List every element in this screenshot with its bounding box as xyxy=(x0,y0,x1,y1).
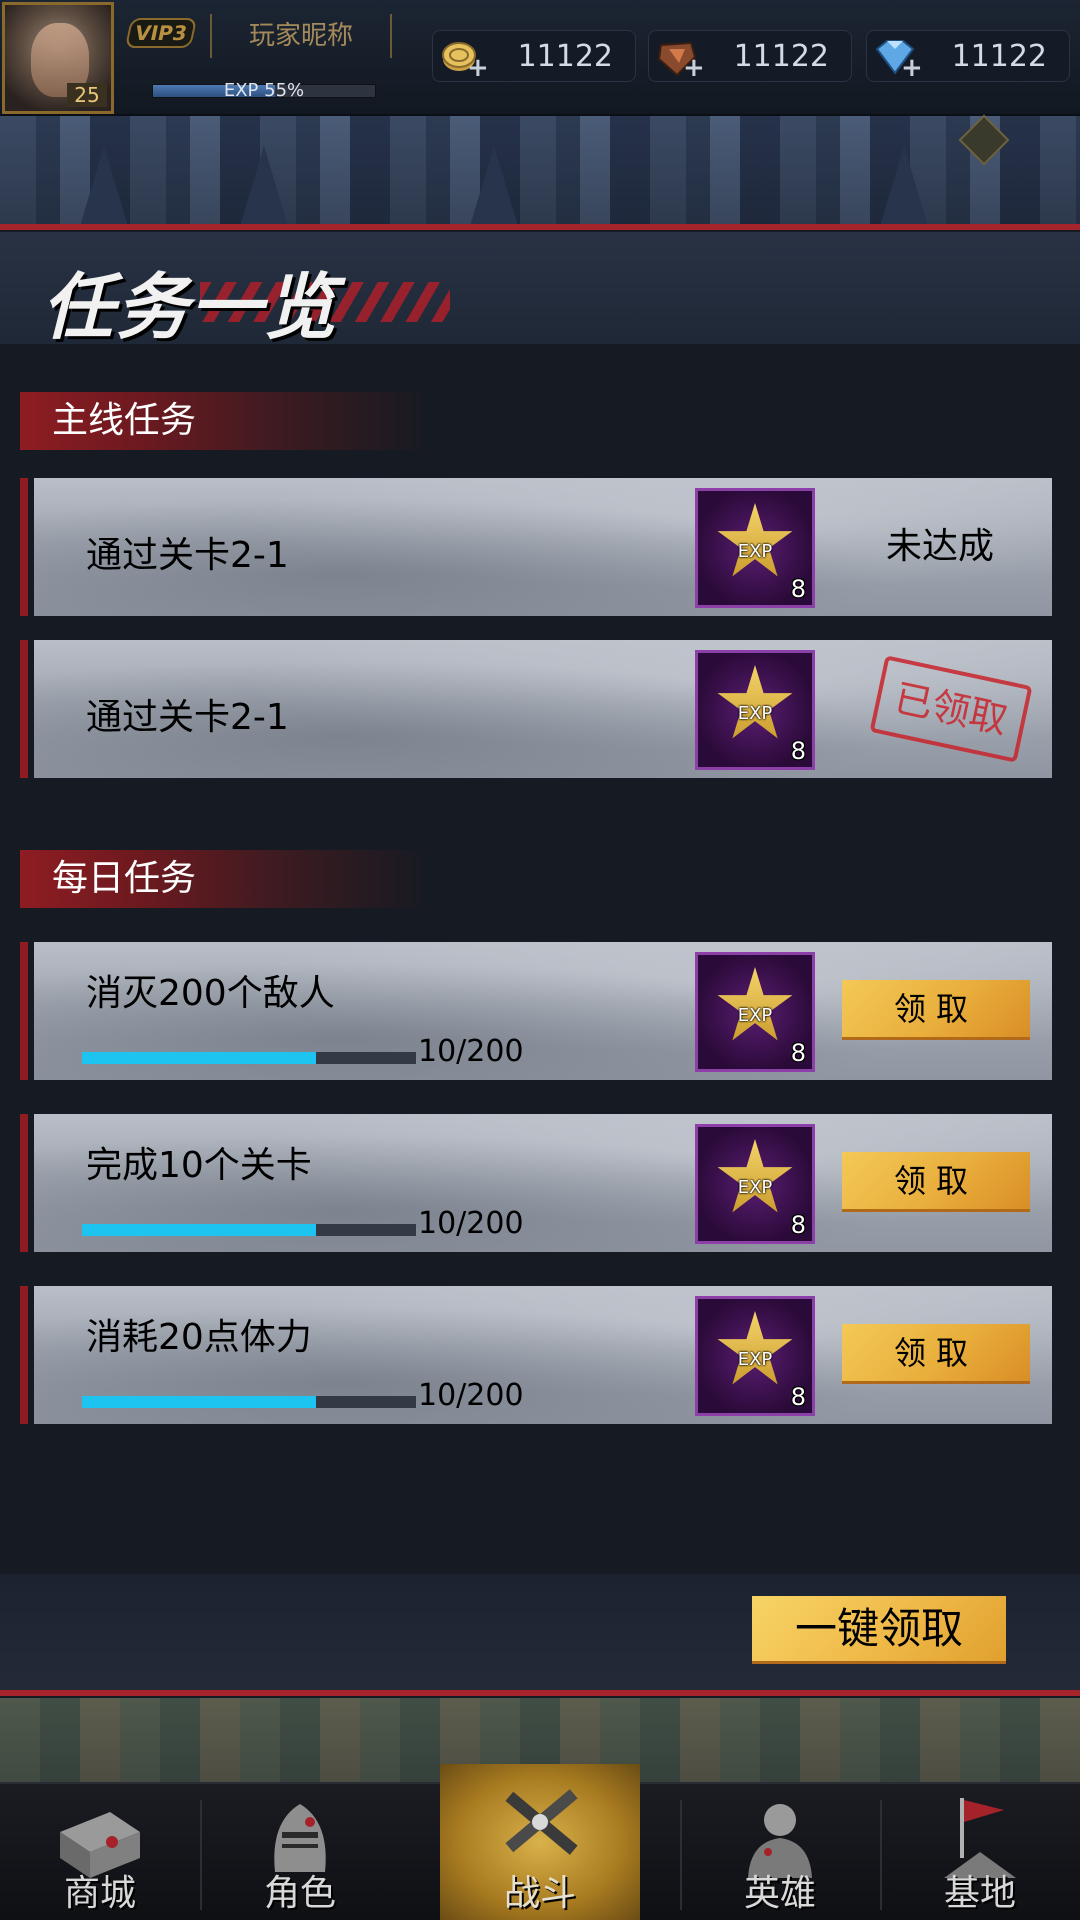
reward-item[interactable]: EXP 8 xyxy=(695,1296,815,1416)
reward-label: EXP xyxy=(737,541,773,562)
castle-spire xyxy=(470,146,518,226)
task-card: 消灭200个敌人 10/200 EXP 8 领取 xyxy=(20,942,1052,1080)
task-progress-text: 10/200 xyxy=(418,1206,524,1241)
reward-label: EXP xyxy=(737,1177,773,1198)
nav-hero[interactable]: 英雄 xyxy=(680,1782,880,1920)
card-accent xyxy=(20,1114,28,1252)
card-accent xyxy=(20,1286,28,1424)
task-card: 通过关卡2-1 EXP 8 已领取 xyxy=(20,640,1052,778)
task-card: 完成10个关卡 10/200 EXP 8 领取 xyxy=(20,1114,1052,1252)
reward-item[interactable]: EXP 8 xyxy=(695,1124,815,1244)
section-title-daily: 每日任务 xyxy=(52,858,197,899)
nav-label: 战斗 xyxy=(503,1873,576,1914)
task-progress-bar xyxy=(82,1396,416,1408)
nav-character[interactable]: 角色 xyxy=(200,1782,400,1920)
task-card: 消耗20点体力 10/200 EXP 8 领取 xyxy=(20,1286,1052,1424)
section-header-daily: 每日任务 xyxy=(20,850,432,908)
crystal-value: 11122 xyxy=(733,39,829,74)
task-progress-fill xyxy=(82,1052,316,1064)
task-name: 消耗20点体力 xyxy=(86,1317,312,1358)
reward-item[interactable]: EXP 8 xyxy=(695,488,815,608)
task-progress-fill xyxy=(82,1224,316,1236)
castle-banner xyxy=(0,116,1080,226)
card-accent xyxy=(20,640,28,778)
castle-spire xyxy=(80,146,128,226)
section-header-main: 主线任务 xyxy=(20,392,432,450)
divider-red-line xyxy=(0,224,1080,230)
divider-red-line xyxy=(0,1690,1080,1696)
player-level: 25 xyxy=(67,83,107,107)
diamond-value: 11122 xyxy=(951,39,1047,74)
task-progress-bar xyxy=(82,1224,416,1236)
claim-all-button[interactable]: 一键领取 xyxy=(752,1596,1006,1664)
exp-text: EXP 55% xyxy=(223,80,305,101)
exp-bar: EXP 55% xyxy=(152,80,376,101)
castle-spire xyxy=(880,146,928,226)
task-progress-bar xyxy=(82,1052,416,1064)
castle-spire xyxy=(240,146,288,226)
task-name: 完成10个关卡 xyxy=(86,1145,312,1186)
task-progress-fill xyxy=(82,1396,316,1408)
task-status: 未达成 xyxy=(886,526,995,567)
diamond-resource[interactable]: + 11122 xyxy=(866,30,1070,82)
section-title-main: 主线任务 xyxy=(52,400,197,441)
nav-label: 英雄 xyxy=(743,1873,816,1914)
nav-label: 角色 xyxy=(263,1873,336,1914)
reward-count: 8 xyxy=(790,1211,806,1239)
reward-count: 8 xyxy=(790,1039,806,1067)
reward-count: 8 xyxy=(790,1383,806,1411)
add-crystal-icon[interactable]: + xyxy=(683,55,705,81)
task-card: 通过关卡2-1 EXP 8 未达成 xyxy=(20,478,1052,616)
reward-count: 8 xyxy=(790,575,806,603)
claim-button[interactable]: 领取 xyxy=(842,1152,1030,1212)
nav-label: 商城 xyxy=(63,1873,136,1914)
reward-count: 8 xyxy=(790,737,806,765)
crystal-resource[interactable]: + 11122 xyxy=(648,30,852,82)
nav-shop[interactable]: 商城 xyxy=(0,1782,200,1920)
nav-battle[interactable]: 战斗 xyxy=(440,1764,640,1920)
player-nickname: 玩家昵称 xyxy=(210,14,392,58)
task-name: 通过关卡2-1 xyxy=(86,535,289,576)
task-name: 消灭200个敌人 xyxy=(86,973,335,1014)
add-diamond-icon[interactable]: + xyxy=(901,55,923,81)
reward-item[interactable]: EXP 8 xyxy=(695,952,815,1072)
player-avatar[interactable]: 25 xyxy=(2,2,114,114)
claim-button[interactable]: 领取 xyxy=(842,980,1030,1040)
reward-item[interactable]: EXP 8 xyxy=(695,650,815,770)
crossed-guns-icon xyxy=(505,1789,578,1855)
claim-button[interactable]: 领取 xyxy=(842,1324,1030,1384)
reward-label: EXP xyxy=(737,1349,773,1370)
nav-base[interactable]: 基地 xyxy=(880,1782,1080,1920)
card-accent xyxy=(20,478,28,616)
gold-resource[interactable]: + 11122 xyxy=(432,30,636,82)
vip-badge[interactable]: VIP3 xyxy=(124,18,198,48)
card-accent xyxy=(20,942,28,1080)
task-progress-text: 10/200 xyxy=(418,1034,524,1069)
task-name: 通过关卡2-1 xyxy=(86,697,289,738)
task-progress-text: 10/200 xyxy=(418,1378,524,1413)
nav-label: 基地 xyxy=(943,1873,1016,1914)
reward-label: EXP xyxy=(737,1005,773,1026)
gold-value: 11122 xyxy=(517,39,613,74)
add-gold-icon[interactable]: + xyxy=(467,55,489,81)
page-title: 任务一览 xyxy=(42,265,339,349)
reward-label: EXP xyxy=(737,703,773,724)
